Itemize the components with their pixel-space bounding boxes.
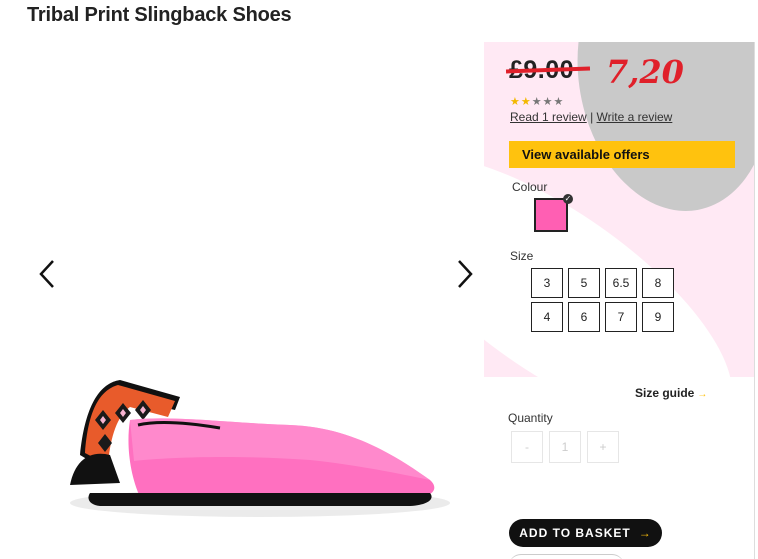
chevron-right-icon xyxy=(458,260,473,288)
review-separator: | xyxy=(590,110,594,124)
secondary-button-edge[interactable] xyxy=(509,554,624,559)
view-offers-button[interactable]: View available offers xyxy=(509,141,735,168)
write-review-link[interactable]: Write a review xyxy=(597,110,673,124)
size-option[interactable]: 5 xyxy=(568,268,600,298)
star-rating: ★★★★★ xyxy=(510,95,564,108)
arrow-right-icon: → xyxy=(697,389,708,400)
add-to-basket-button[interactable]: ADD TO BASKET → xyxy=(509,519,662,547)
product-details-panel: £9.00 7,20 ★★★★★ Read 1 review | Write a… xyxy=(484,42,755,559)
quantity-increase-button[interactable]: + xyxy=(587,431,619,463)
colour-swatch-pink[interactable] xyxy=(534,198,568,232)
size-label: Size xyxy=(510,249,534,263)
add-to-basket-label: ADD TO BASKET xyxy=(519,526,631,540)
sale-price: 7,20 xyxy=(606,53,684,91)
size-option[interactable]: 9 xyxy=(642,302,674,332)
size-option[interactable]: 3 xyxy=(531,268,563,298)
star-icon: ★ xyxy=(531,96,543,108)
size-guide-label: Size guide xyxy=(635,386,695,400)
quantity-input[interactable]: 1 xyxy=(549,431,581,463)
colour-label: Colour xyxy=(512,180,548,194)
quantity-decrease-button[interactable]: - xyxy=(511,431,543,463)
star-icon: ★ xyxy=(553,96,565,108)
checkmark-icon: ✓ xyxy=(563,194,573,204)
chevron-left-icon xyxy=(39,260,54,288)
size-option[interactable]: 4 xyxy=(531,302,563,332)
quantity-label: Quantity xyxy=(508,411,553,425)
read-reviews-link[interactable]: Read 1 review xyxy=(510,110,587,124)
size-guide-link[interactable]: Size guide → xyxy=(635,386,707,400)
gallery-next-button[interactable] xyxy=(453,258,475,290)
review-links: Read 1 review | Write a review xyxy=(510,110,672,124)
arrow-right-icon: → xyxy=(638,526,652,540)
gallery-prev-button[interactable] xyxy=(37,258,59,290)
size-option[interactable]: 6.5 xyxy=(605,268,637,298)
star-icon: ★ xyxy=(542,96,554,108)
size-option[interactable]: 6 xyxy=(568,302,600,332)
product-title: Tribal Print Slingback Shoes xyxy=(27,4,292,26)
star-icon: ★ xyxy=(520,96,532,108)
size-option[interactable]: 8 xyxy=(642,268,674,298)
product-image xyxy=(70,380,450,517)
star-icon: ★ xyxy=(510,96,521,108)
size-option[interactable]: 7 xyxy=(605,302,637,332)
